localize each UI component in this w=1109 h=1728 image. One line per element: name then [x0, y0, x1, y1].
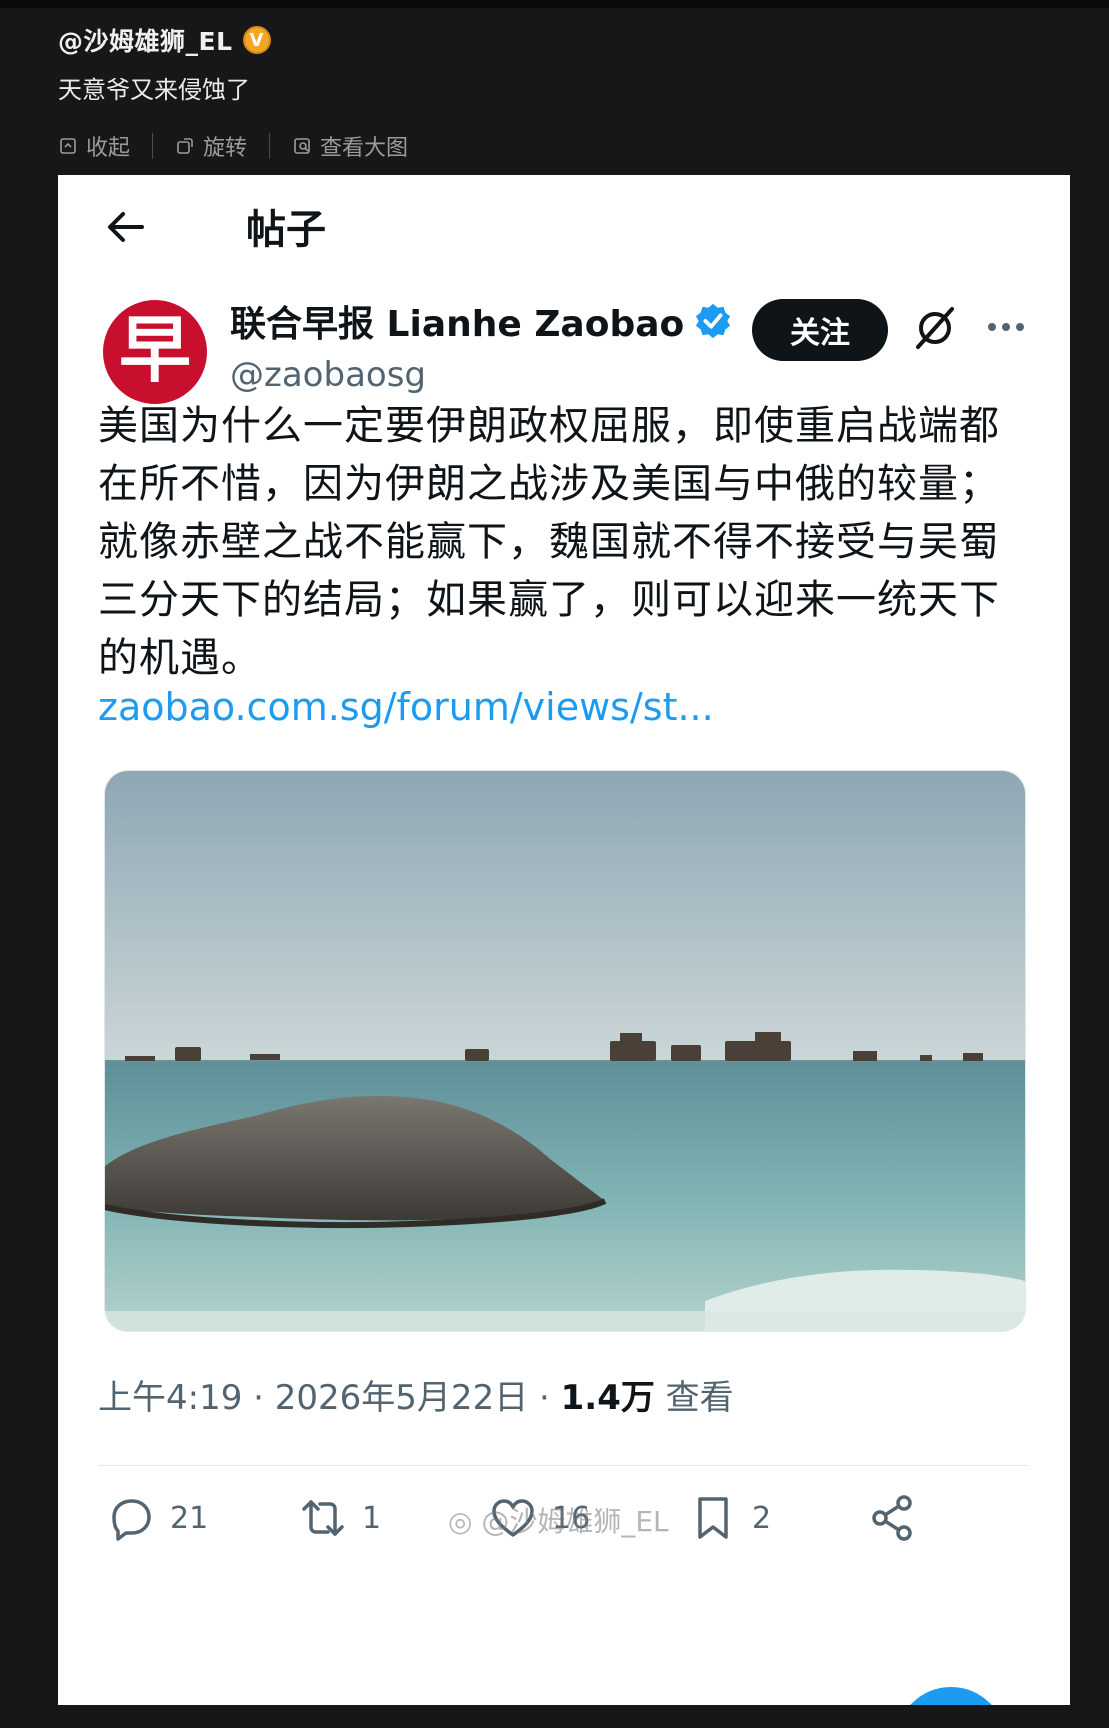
weibo-user-row: @沙姆雄狮_EL V: [58, 22, 271, 58]
watermark-text: @沙姆雄狮_EL: [481, 1505, 669, 1538]
collapse-label: 收起: [86, 136, 131, 161]
page-title: 帖子: [246, 207, 326, 253]
account-handle[interactable]: @zaobaosg: [230, 355, 426, 395]
account-name: 联合早报 Lianhe Zaobao: [230, 304, 685, 345]
repost-count: 1: [362, 1500, 382, 1536]
more-icon[interactable]: [986, 315, 1026, 339]
share-button[interactable]: [868, 1493, 918, 1543]
post-screenshot-image[interactable]: 帖子 早 联合早报 Lianhe Zaobao @zaobaosg 关注 美国为…: [58, 175, 1070, 1705]
views-label: 查看: [654, 1378, 734, 1418]
reply-button[interactable]: 21: [106, 1493, 208, 1543]
avatar-logo: 早: [118, 307, 191, 392]
post-link[interactable]: zaobao.com.sg/forum/views/st...: [98, 685, 714, 729]
weibo-logo-icon: ◎: [448, 1505, 473, 1538]
rotate-button[interactable]: 旋转: [175, 130, 247, 162]
window-top-edge: [0, 0, 1109, 8]
share-icon: [872, 1495, 912, 1541]
divider: [98, 1465, 1028, 1466]
toolbar-divider: [152, 133, 154, 159]
bookmark-button[interactable]: 2: [688, 1493, 771, 1543]
post-meta: 上午4:19 · 2026年5月22日 · 1.4万 查看: [98, 1370, 734, 1419]
avatar[interactable]: 早: [103, 300, 207, 404]
bookmark-icon: [698, 1497, 728, 1539]
view-count: 1.4万: [560, 1378, 655, 1418]
sea-photo: [105, 771, 1025, 1331]
reply-icon: [112, 1499, 151, 1541]
weibo-post-text: 天意爷又来侵蚀了: [58, 76, 250, 104]
back-arrow-icon[interactable]: [104, 205, 148, 249]
post-header: 帖子: [58, 175, 1070, 275]
post-text: 美国为什么一定要伊朗政权屈服，即使重启战端都在所不惜，因为伊朗之战涉及美国与中俄…: [98, 403, 1000, 681]
collapse-icon: [60, 138, 76, 154]
bookmark-count: 2: [752, 1500, 772, 1536]
view-large-button[interactable]: 查看大图: [292, 130, 408, 162]
rotate-icon: [177, 138, 193, 154]
verified-v-badge: V: [242, 26, 271, 54]
image-toolbar: 收起 旋转 查看大图: [58, 130, 408, 162]
view-large-label: 查看大图: [320, 136, 409, 161]
collapse-button[interactable]: 收起: [58, 130, 130, 162]
post-timestamp: 上午4:19 · 2026年5月22日 ·: [98, 1378, 561, 1418]
repost-button[interactable]: 1: [298, 1493, 381, 1543]
follow-button[interactable]: 关注: [752, 299, 888, 361]
account-name-row[interactable]: 联合早报 Lianhe Zaobao: [230, 295, 732, 347]
repost-icon: [302, 1500, 344, 1536]
rotate-label: 旋转: [203, 136, 248, 161]
grok-icon[interactable]: [912, 305, 958, 351]
reply-count: 21: [170, 1500, 209, 1536]
post-photo[interactable]: [104, 770, 1026, 1332]
verified-icon: [696, 303, 731, 339]
weibo-watermark: ◎ @沙姆雄狮_EL: [448, 1500, 669, 1540]
compose-fab-edge[interactable]: [896, 1687, 1006, 1705]
weibo-username[interactable]: @沙姆雄狮_EL: [58, 22, 233, 58]
toolbar-divider: [269, 133, 271, 159]
view-large-icon: [294, 138, 310, 154]
